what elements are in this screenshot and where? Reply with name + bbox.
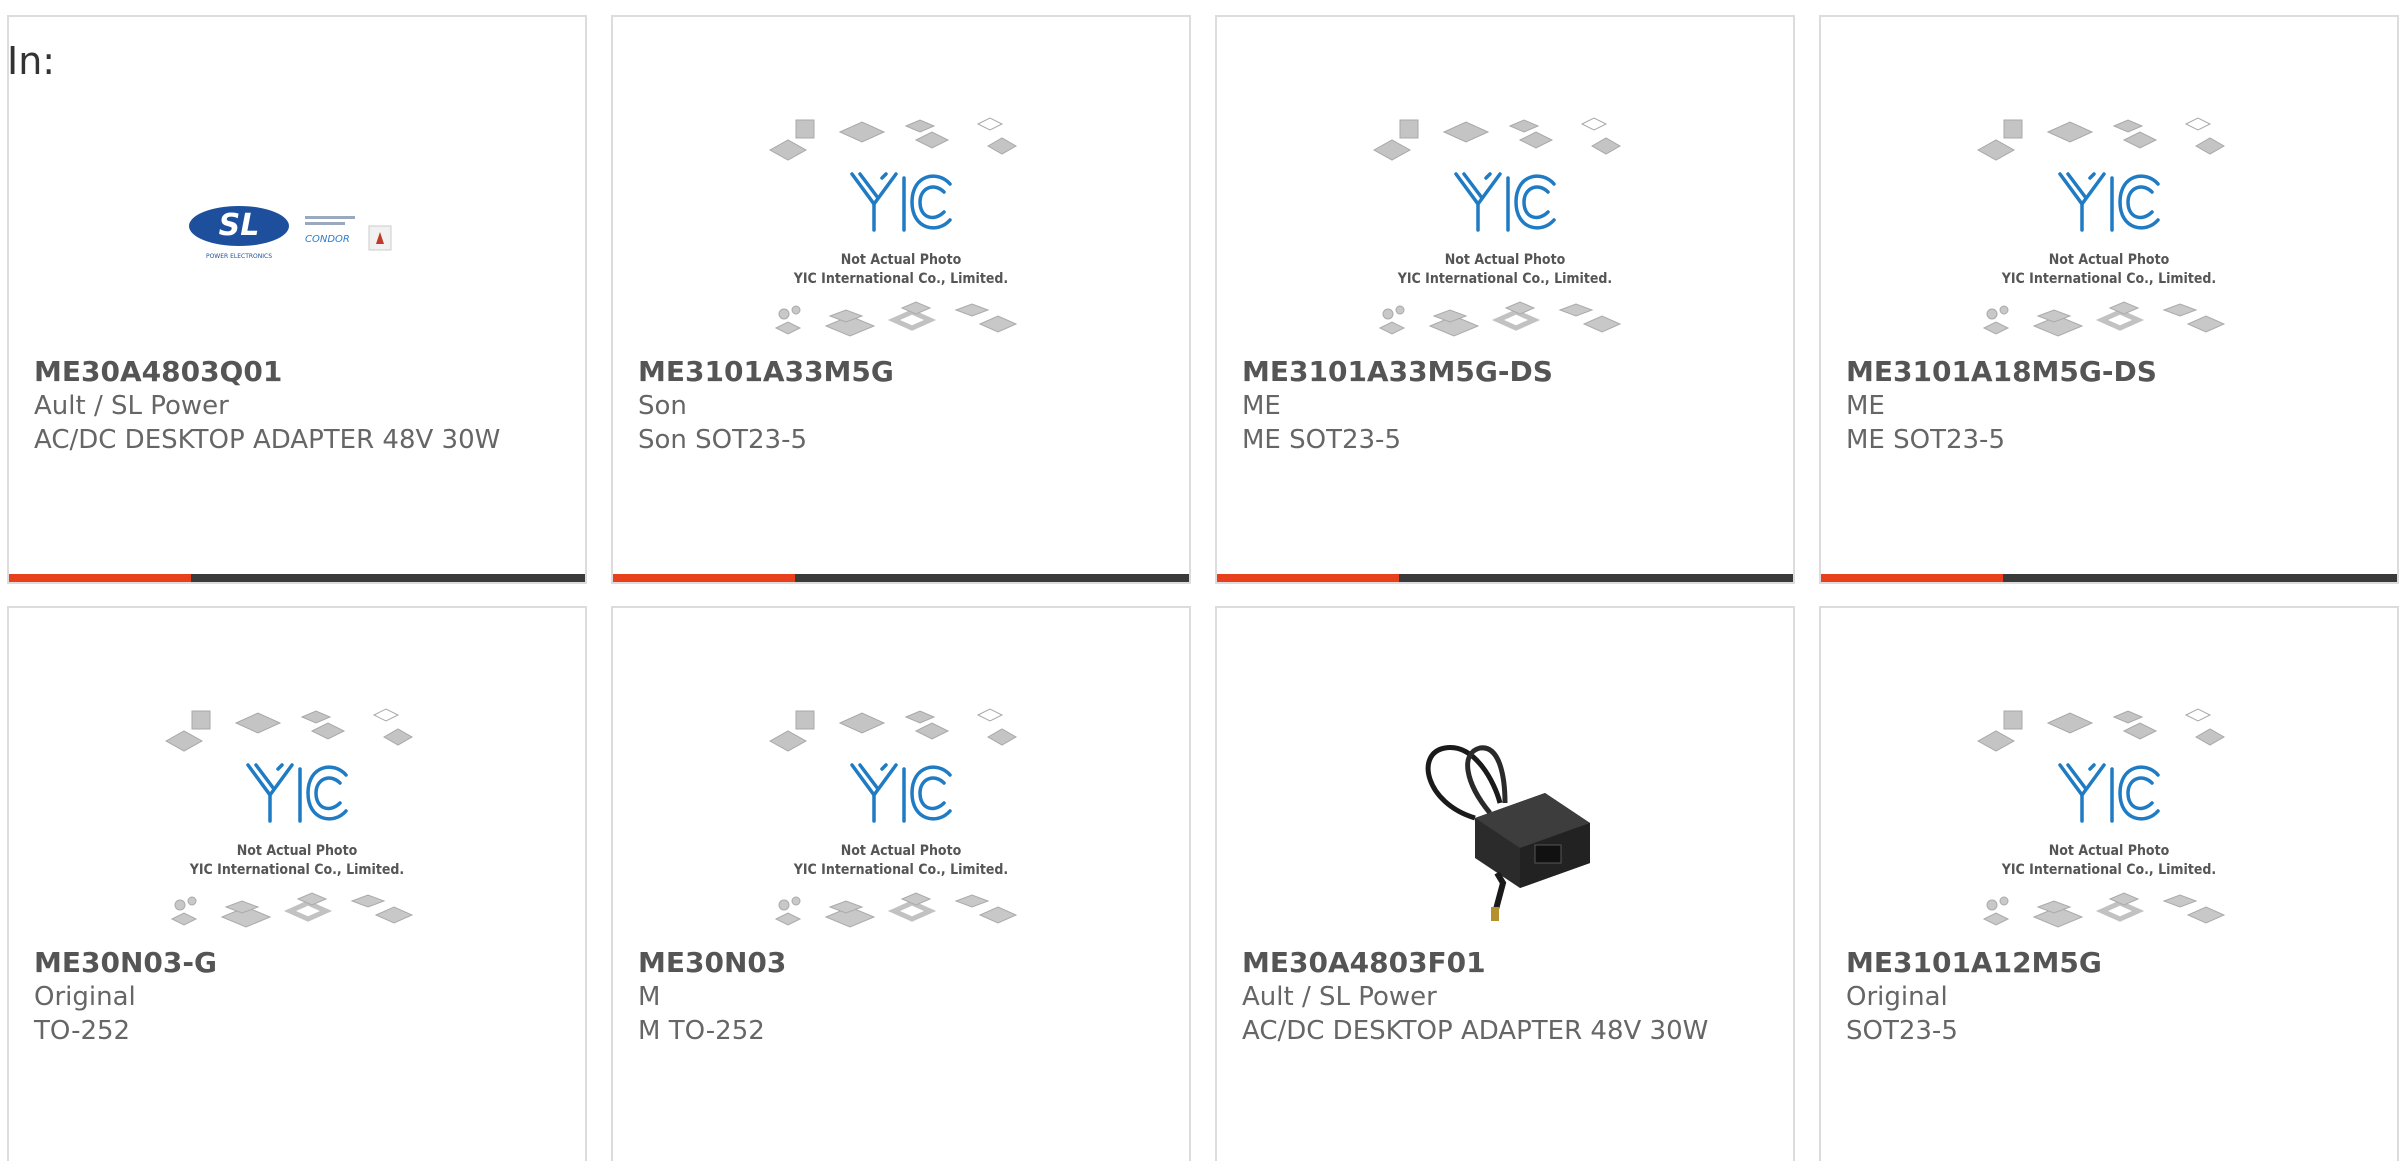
page: In: SL POWER ELECTRONICS CONDOR ME30A480… — [0, 0, 2400, 1161]
svg-text:YIC International Co., Limited: YIC International Co., Limited. — [2001, 862, 2216, 878]
product-card[interactable]: SL POWER ELECTRONICS CONDOR ME30A4803Q01… — [7, 15, 587, 584]
product-image-placeholder[interactable]: Not Actual Photo YIC International Co., L… — [9, 678, 585, 968]
part-number[interactable]: ME3101A18M5G-DS — [1846, 355, 2377, 389]
description: TO-252 — [34, 1016, 131, 1046]
part-number[interactable]: ME3101A33M5G — [638, 355, 1169, 389]
product-card[interactable]: ME30A4803F01 Ault / SL Power AC/DC DESKT… — [1215, 606, 1795, 1161]
brand: Original — [1846, 982, 1948, 1012]
description: Son SOT23-5 — [638, 425, 808, 455]
description: SOT23-5 — [1846, 1016, 1958, 1046]
product-image-sl-logo[interactable]: SL POWER ELECTRONICS CONDOR — [9, 87, 585, 377]
svg-text:Not Actual Photo: Not Actual Photo — [841, 843, 962, 859]
sl-power-logo-icon: SL POWER ELECTRONICS CONDOR — [189, 206, 392, 260]
product-card[interactable]: Not Actual Photo YIC International Co., L… — [1819, 606, 2399, 1161]
product-card[interactable]: Not Actual Photo YIC International Co., L… — [611, 15, 1191, 584]
brand: ME — [1242, 391, 1281, 421]
brand: Son — [638, 391, 687, 421]
yic-placeholder-icon: Not Actual Photo YIC International Co., L… — [1372, 117, 1622, 337]
product-info: ME3101A33M5G-DS ME ME SOT23-5 — [1242, 355, 1773, 457]
svg-text:YIC International Co., Limited: YIC International Co., Limited. — [1397, 271, 1612, 287]
part-number[interactable]: ME30A4803Q01 — [34, 355, 565, 389]
description: ME SOT23-5 — [1242, 425, 1401, 455]
svg-text:YIC International Co., Limited: YIC International Co., Limited. — [2001, 271, 2216, 287]
product-info: ME30A4803F01 Ault / SL Power AC/DC DESKT… — [1242, 946, 1773, 1048]
card-underline — [1217, 574, 1793, 582]
svg-text:YIC International Co., Limited: YIC International Co., Limited. — [793, 862, 1008, 878]
svg-text:YIC International Co., Limited: YIC International Co., Limited. — [189, 862, 404, 878]
product-info: ME3101A18M5G-DS ME ME SOT23-5 — [1846, 355, 2377, 457]
svg-text:SL: SL — [219, 208, 260, 243]
brand: Ault / SL Power — [34, 391, 229, 421]
product-image-placeholder[interactable]: Not Actual Photo YIC International Co., L… — [613, 87, 1189, 377]
product-image-adapter[interactable] — [1217, 678, 1793, 968]
brand: Original — [34, 982, 136, 1012]
power-adapter-icon — [1425, 745, 1590, 921]
product-image-placeholder[interactable]: Not Actual Photo YIC International Co., L… — [1217, 87, 1793, 377]
product-info: ME3101A33M5G Son Son SOT23-5 — [638, 355, 1169, 457]
yic-placeholder-icon: Not Actual Photo YIC International Co., L… — [1976, 117, 2226, 337]
part-number[interactable]: ME3101A33M5G-DS — [1242, 355, 1773, 389]
card-accent — [9, 574, 191, 582]
part-number[interactable]: ME30N03 — [638, 946, 1169, 980]
description: AC/DC DESKTOP ADAPTER 48V 30W — [34, 425, 501, 455]
product-card[interactable]: Not Actual Photo YIC International Co., L… — [611, 606, 1191, 1161]
yic-placeholder-icon: Not Actual Photo YIC International Co., L… — [1976, 708, 2226, 928]
product-grid: SL POWER ELECTRONICS CONDOR ME30A4803Q01… — [7, 15, 2400, 1161]
svg-text:Not Actual Photo: Not Actual Photo — [1445, 252, 1566, 268]
yic-placeholder-icon: Not Actual Photo YIC International Co., L… — [768, 117, 1018, 337]
svg-text:Not Actual Photo: Not Actual Photo — [841, 252, 962, 268]
card-accent — [1821, 574, 2003, 582]
page-heading: In: — [7, 39, 56, 83]
description: M TO-252 — [638, 1016, 765, 1046]
product-info: ME30N03-G Original TO-252 — [34, 946, 565, 1048]
product-card[interactable]: Not Actual Photo YIC International Co., L… — [7, 606, 587, 1161]
product-image-placeholder[interactable]: Not Actual Photo YIC International Co., L… — [1821, 678, 2397, 968]
description: AC/DC DESKTOP ADAPTER 48V 30W — [1242, 1016, 1709, 1046]
svg-text:Not Actual Photo: Not Actual Photo — [2049, 843, 2170, 859]
brand: ME — [1846, 391, 1885, 421]
product-info: ME3101A12M5G Original SOT23-5 — [1846, 946, 2377, 1048]
part-number[interactable]: ME30N03-G — [34, 946, 565, 980]
part-number[interactable]: ME3101A12M5G — [1846, 946, 2377, 980]
svg-text:CONDOR: CONDOR — [305, 234, 350, 245]
product-info: ME30N03 M M TO-252 — [638, 946, 1169, 1048]
product-card[interactable]: Not Actual Photo YIC International Co., L… — [1215, 15, 1795, 584]
card-accent — [613, 574, 795, 582]
card-accent — [1217, 574, 1399, 582]
svg-text:YIC International Co., Limited: YIC International Co., Limited. — [793, 271, 1008, 287]
yic-placeholder-icon: Not Actual Photo YIC International Co., L… — [164, 708, 414, 928]
svg-text:POWER ELECTRONICS: POWER ELECTRONICS — [206, 253, 272, 260]
product-image-placeholder[interactable]: Not Actual Photo YIC International Co., L… — [613, 678, 1189, 968]
product-image-placeholder[interactable]: Not Actual Photo YIC International Co., L… — [1821, 87, 2397, 377]
brand: M — [638, 982, 661, 1012]
product-card[interactable]: Not Actual Photo YIC International Co., L… — [1819, 15, 2399, 584]
card-underline — [1821, 574, 2397, 582]
svg-text:Not Actual Photo: Not Actual Photo — [237, 843, 358, 859]
brand: Ault / SL Power — [1242, 982, 1437, 1012]
yic-placeholder-icon: Not Actual Photo YIC International Co., L… — [768, 708, 1018, 928]
card-underline — [613, 574, 1189, 582]
svg-text:Not Actual Photo: Not Actual Photo — [2049, 252, 2170, 268]
part-number[interactable]: ME30A4803F01 — [1242, 946, 1773, 980]
description: ME SOT23-5 — [1846, 425, 2005, 455]
product-info: ME30A4803Q01 Ault / SL Power AC/DC DESKT… — [34, 355, 565, 457]
card-underline — [9, 574, 585, 582]
